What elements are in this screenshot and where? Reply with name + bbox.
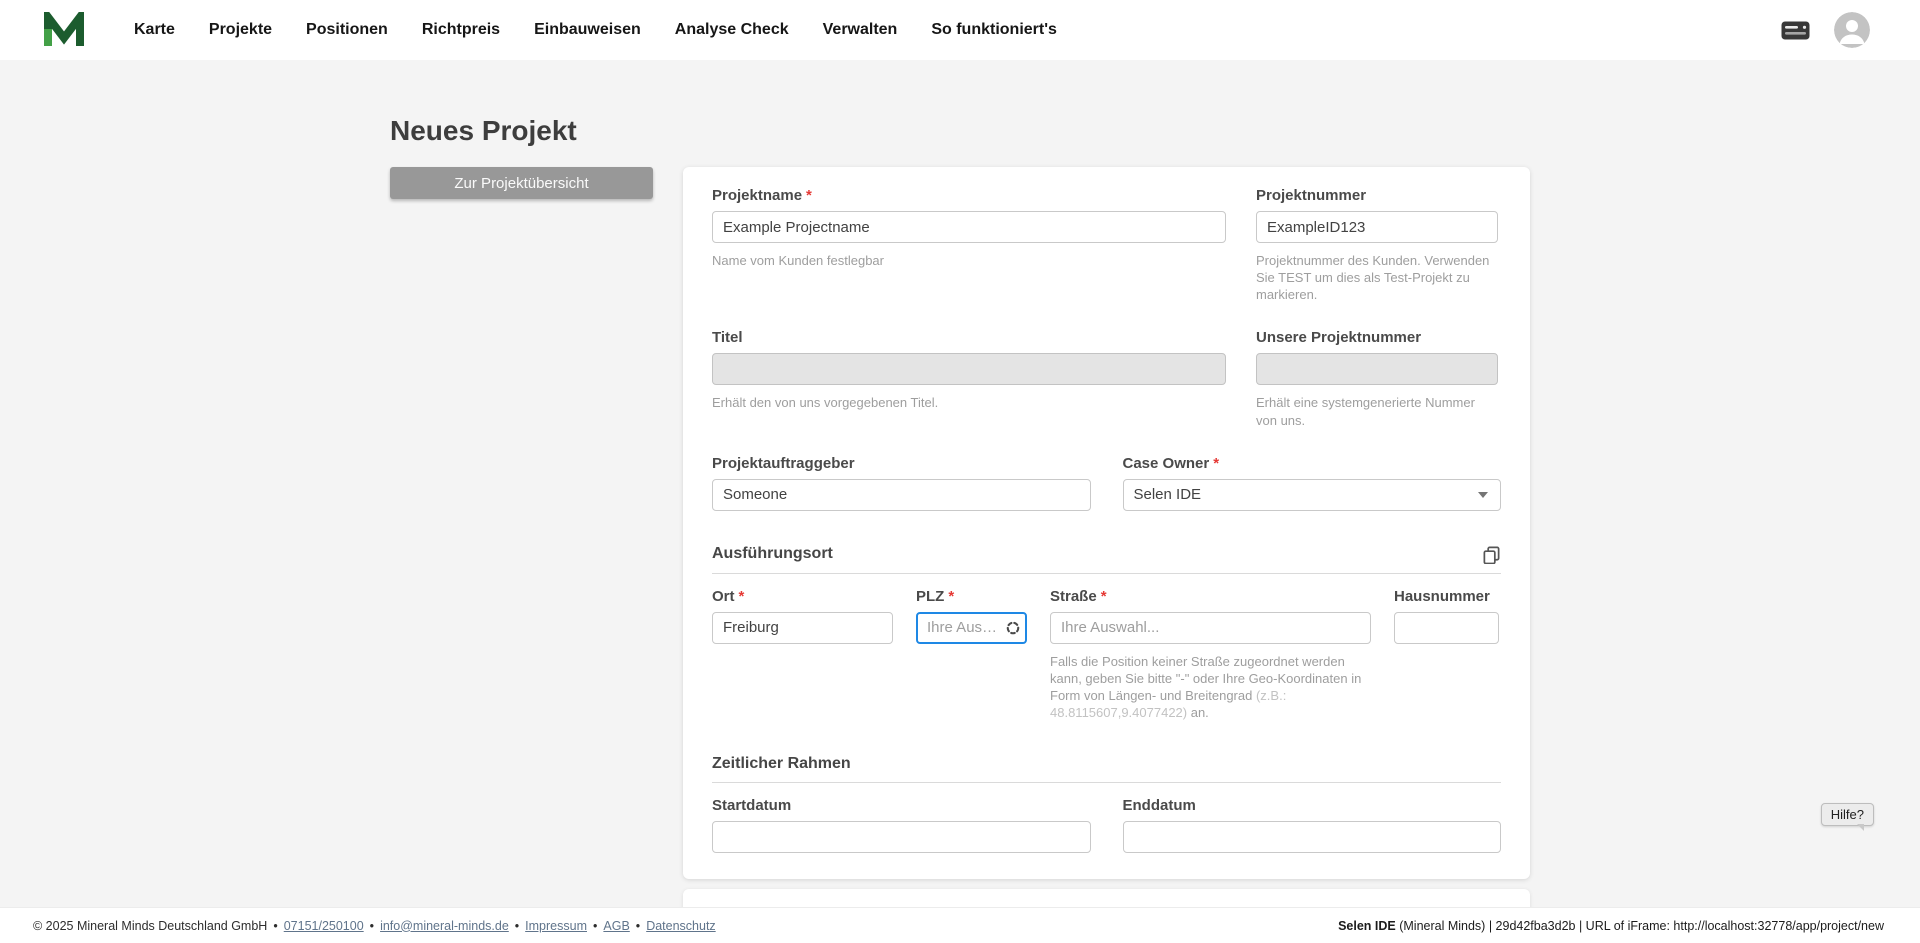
help-button[interactable]: Hilfe? [1820, 803, 1874, 831]
titel-label: Titel [712, 329, 743, 347]
required-asterisk: * [806, 187, 812, 204]
nav-item-einbauweisen[interactable]: Einbauweisen [534, 21, 641, 39]
enddatum-input[interactable] [1122, 821, 1501, 854]
hausnummer-label: Hausnummer [1394, 587, 1490, 605]
copy-icon[interactable] [1482, 545, 1501, 564]
separator: • [273, 918, 278, 933]
nav-item-projekte[interactable]: Projekte [209, 21, 272, 39]
page-title: Neues Projekt [390, 115, 577, 146]
required-asterisk: * [1213, 454, 1220, 472]
footer-info: © 2025 Mineral Minds Deutschland GmbH • … [33, 919, 716, 933]
projektname-label: Projektname * [712, 187, 812, 204]
nav-item-richtpreis[interactable]: Richtpreis [422, 21, 500, 39]
plz-label: PLZ * [916, 587, 955, 605]
session-details: (Mineral Minds) | 29d42fba3d2b | URL of … [1395, 918, 1884, 933]
chevron-down-icon [1478, 491, 1488, 498]
impressum-link[interactable]: Impressum [525, 919, 587, 933]
startdatum-input[interactable] [712, 821, 1091, 854]
project-form-card: Projektname* Name vom Kunden festlegbar … [683, 167, 1530, 880]
main-navigation: Karte Projekte Positionen Richtpreis Ein… [134, 21, 1057, 39]
section-ausfuehrungsort: Ausführungsort [712, 545, 1501, 564]
footer: © 2025 Mineral Minds Deutschland GmbH • … [0, 907, 1920, 943]
phone-link[interactable]: 07151/250100 [284, 919, 364, 933]
user-avatar-icon[interactable] [1834, 12, 1870, 48]
section-divider [712, 782, 1501, 784]
nav-item-analyse-check[interactable]: Analyse Check [675, 21, 789, 39]
projektnummer-hint: Projektnummer des Kunden. Verwenden Sie … [1256, 253, 1490, 303]
section-divider [712, 572, 1501, 574]
datenschutz-link[interactable]: Datenschutz [646, 919, 715, 933]
projektnummer-input[interactable] [1256, 211, 1498, 243]
separator: • [593, 918, 598, 933]
separator: • [514, 918, 520, 933]
loading-spinner-icon [1006, 621, 1020, 635]
unsere-projektnummer-hint: Erhält eine systemgenerierte Nummer von … [1256, 395, 1475, 428]
zeitlicher-rahmen-title: Zeitlicher Rahmen [712, 755, 851, 773]
session-user: Selen IDE [1338, 918, 1396, 933]
projektname-hint: Name vom Kunden festlegbar [712, 253, 884, 268]
hausnummer-input[interactable] [1394, 611, 1499, 644]
logo-icon [44, 12, 84, 46]
ort-input[interactable] [712, 611, 893, 644]
case-owner-label: Case Owner * [1122, 454, 1220, 472]
top-navbar: Karte Projekte Positionen Richtpreis Ein… [0, 0, 1920, 60]
projektauftraggeber-label: Projektauftraggeber [712, 454, 855, 472]
ausfuehrungsort-title: Ausführungsort [712, 545, 833, 563]
email-link[interactable]: info@mineral-minds.de [380, 919, 509, 933]
mineral-minds-logo[interactable] [44, 12, 84, 48]
section-zeitlicher-rahmen: Zeitlicher Rahmen [712, 755, 1501, 773]
unsere-projektnummer-label: Unsere Projektnummer [1256, 329, 1422, 347]
field-hausnummer: Hausnummer [1394, 588, 1499, 722]
field-startdatum: Startdatum [712, 797, 1091, 854]
nav-item-positionen[interactable]: Positionen [306, 21, 388, 39]
projektnummer-label: Projektnummer [1256, 187, 1367, 204]
separator: • [635, 918, 641, 933]
server-icon[interactable] [1781, 21, 1810, 40]
field-projektnummer: Projektnummer Projektnummer des Kunden. … [1256, 187, 1498, 303]
separator: • [369, 918, 375, 933]
field-enddatum: Enddatum [1122, 797, 1501, 854]
field-projektauftraggeber: Projektauftraggeber [712, 455, 1091, 511]
field-unsere-projektnummer: Unsere Projektnummer Erhält eine systemg… [1256, 329, 1498, 428]
strasse-label: Straße * [1050, 587, 1107, 605]
field-projektname: Projektname* Name vom Kunden festlegbar [712, 187, 1226, 303]
back-to-overview-button[interactable]: Zur Projektübersicht [390, 167, 653, 199]
projektname-input[interactable] [712, 211, 1226, 243]
case-owner-value: Selen IDE [1133, 486, 1202, 504]
main-content: Neues Projekt Zur Projektübersicht Proje… [0, 60, 1920, 920]
nav-item-so-funktionierts[interactable]: So funktioniert's [931, 21, 1057, 39]
field-titel: Titel Erhält den von uns vorgegebenen Ti… [712, 329, 1226, 428]
strasse-hint: Falls die Position keiner Straße zugeord… [1050, 653, 1362, 721]
projektauftraggeber-input[interactable] [712, 478, 1091, 511]
field-strasse: Straße* Falls die Position keiner Straße… [1050, 588, 1371, 722]
nav-item-karte[interactable]: Karte [134, 21, 175, 39]
required-asterisk: * [738, 587, 745, 605]
agb-link[interactable]: AGB [603, 919, 629, 933]
enddatum-label: Enddatum [1122, 797, 1196, 815]
startdatum-label: Startdatum [712, 797, 792, 815]
copyright-text: © 2025 Mineral Minds Deutschland GmbH [33, 918, 268, 933]
unsere-projektnummer-input [1256, 353, 1498, 386]
strasse-input[interactable] [1050, 611, 1371, 644]
required-asterisk: * [1100, 587, 1107, 605]
titel-hint: Erhält den von uns vorgegebenen Titel. [712, 395, 939, 411]
titel-input [712, 353, 1226, 386]
field-plz: PLZ * [916, 588, 1027, 722]
required-asterisk: * [948, 587, 955, 605]
case-owner-select[interactable]: Selen IDE [1122, 478, 1501, 511]
nav-item-verwalten[interactable]: Verwalten [823, 21, 898, 39]
session-info: Selen IDE (Mineral Minds) | 29d42fba3d2b… [1338, 919, 1884, 933]
ort-label: Ort * [712, 587, 745, 605]
field-ort: Ort * [712, 588, 893, 722]
field-case-owner: Case Owner * Selen IDE [1122, 454, 1501, 511]
